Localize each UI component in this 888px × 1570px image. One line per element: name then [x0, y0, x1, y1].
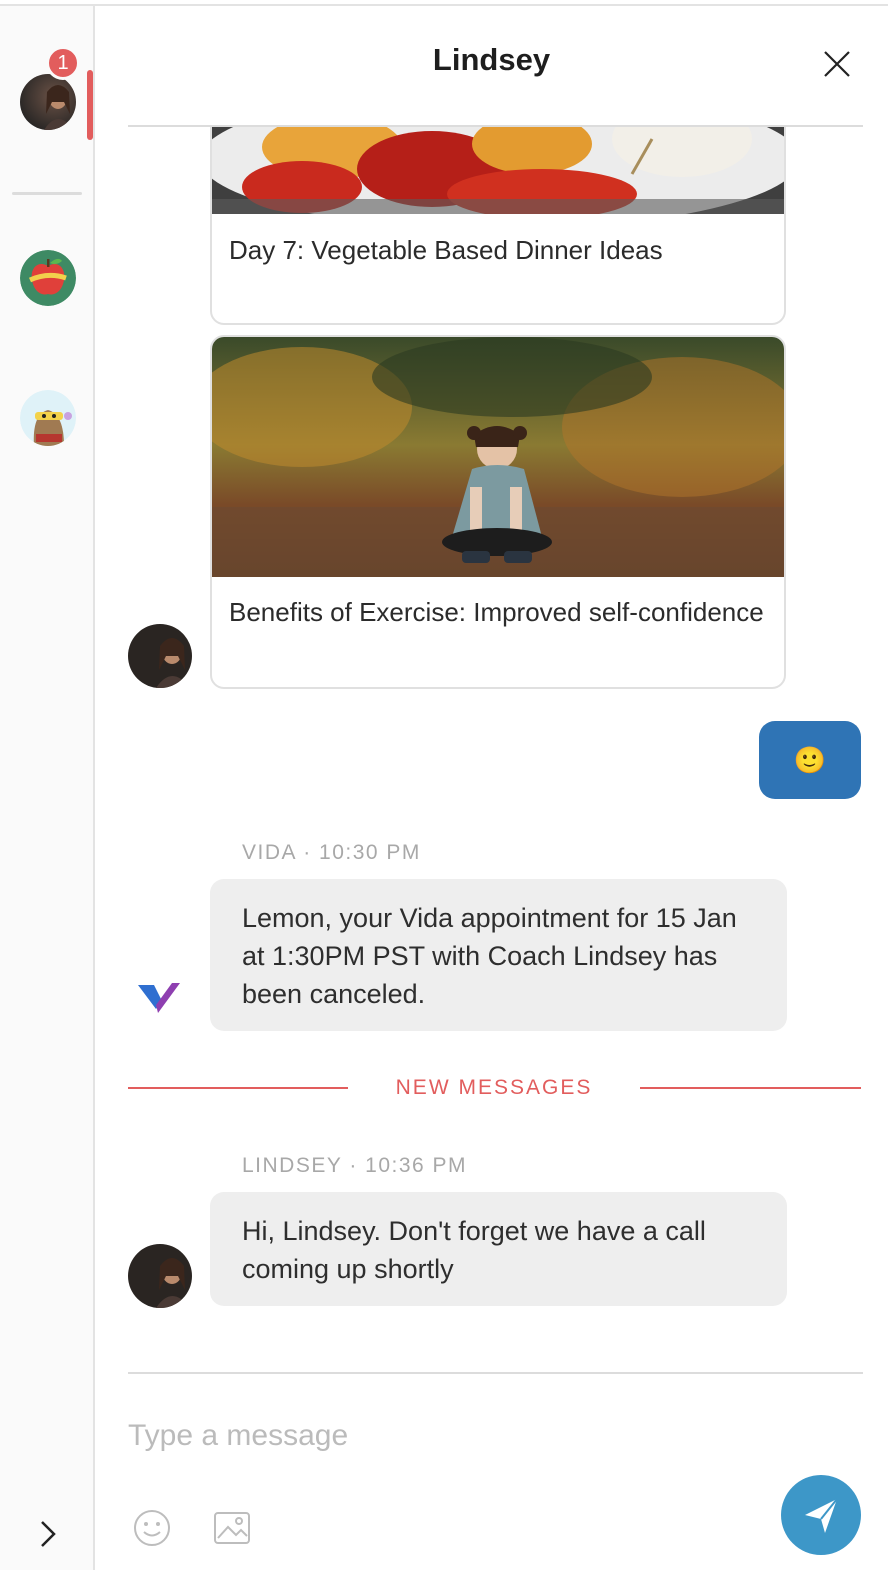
send-button[interactable]	[781, 1475, 861, 1555]
close-button[interactable]	[819, 46, 855, 82]
vida-logo-icon	[138, 979, 182, 1019]
message-input[interactable]	[128, 1410, 768, 1462]
article-title: Benefits of Exercise: Improved self-conf…	[229, 597, 764, 627]
emoji-button[interactable]	[132, 1508, 172, 1548]
smiley-icon	[134, 1510, 170, 1546]
coach-avatar-image	[128, 624, 192, 688]
lindsey-avatar	[128, 624, 192, 688]
new-messages-label: NEW MESSAGES	[395, 1076, 593, 1099]
close-icon	[824, 51, 850, 77]
coach-avatar-image	[20, 74, 76, 130]
expand-sidebar-button[interactable]	[30, 1512, 66, 1556]
lindsey-message-bubble: Hi, Lindsey. Don't forget we have a call…	[210, 1192, 787, 1306]
coach-avatar-image	[128, 1244, 192, 1308]
unread-badge: 1	[46, 46, 80, 80]
send-icon	[805, 1498, 838, 1533]
emoji-reply: 🙂	[793, 745, 827, 775]
article-card-vegetables[interactable]: Day 7: Vegetable Based Dinner Ideas	[210, 127, 786, 325]
new-messages-line-right	[640, 1087, 861, 1089]
chat-title: Lindsey	[432, 42, 551, 77]
vida-message-meta: VIDA · 10:30 PM	[242, 841, 421, 864]
lindsey-avatar	[128, 1244, 192, 1308]
article-card-exercise[interactable]: Benefits of Exercise: Improved self-conf…	[210, 335, 786, 689]
image-icon	[214, 1512, 250, 1544]
chevron-right-icon	[41, 1521, 56, 1547]
article-title: Day 7: Vegetable Based Dinner Ideas	[229, 235, 663, 265]
vegetables-image	[212, 127, 784, 214]
message-list[interactable]: Day 7: Vegetable Based Dinner Ideas Bene…	[0, 127, 888, 1372]
chat-header: Lindsey	[95, 6, 888, 126]
composer-divider	[128, 1372, 863, 1374]
vida-message-bubble: Lemon, your Vida appointment for 15 Jan …	[210, 879, 787, 1031]
image-upload-button[interactable]	[212, 1508, 252, 1548]
conversation-coach-avatar[interactable]	[20, 74, 76, 130]
my-message-bubble[interactable]: 🙂	[759, 721, 861, 799]
new-messages-line-left	[128, 1087, 348, 1089]
lindsey-message-meta: LINDSEY · 10:36 PM	[242, 1154, 468, 1177]
exercise-image	[212, 337, 784, 577]
